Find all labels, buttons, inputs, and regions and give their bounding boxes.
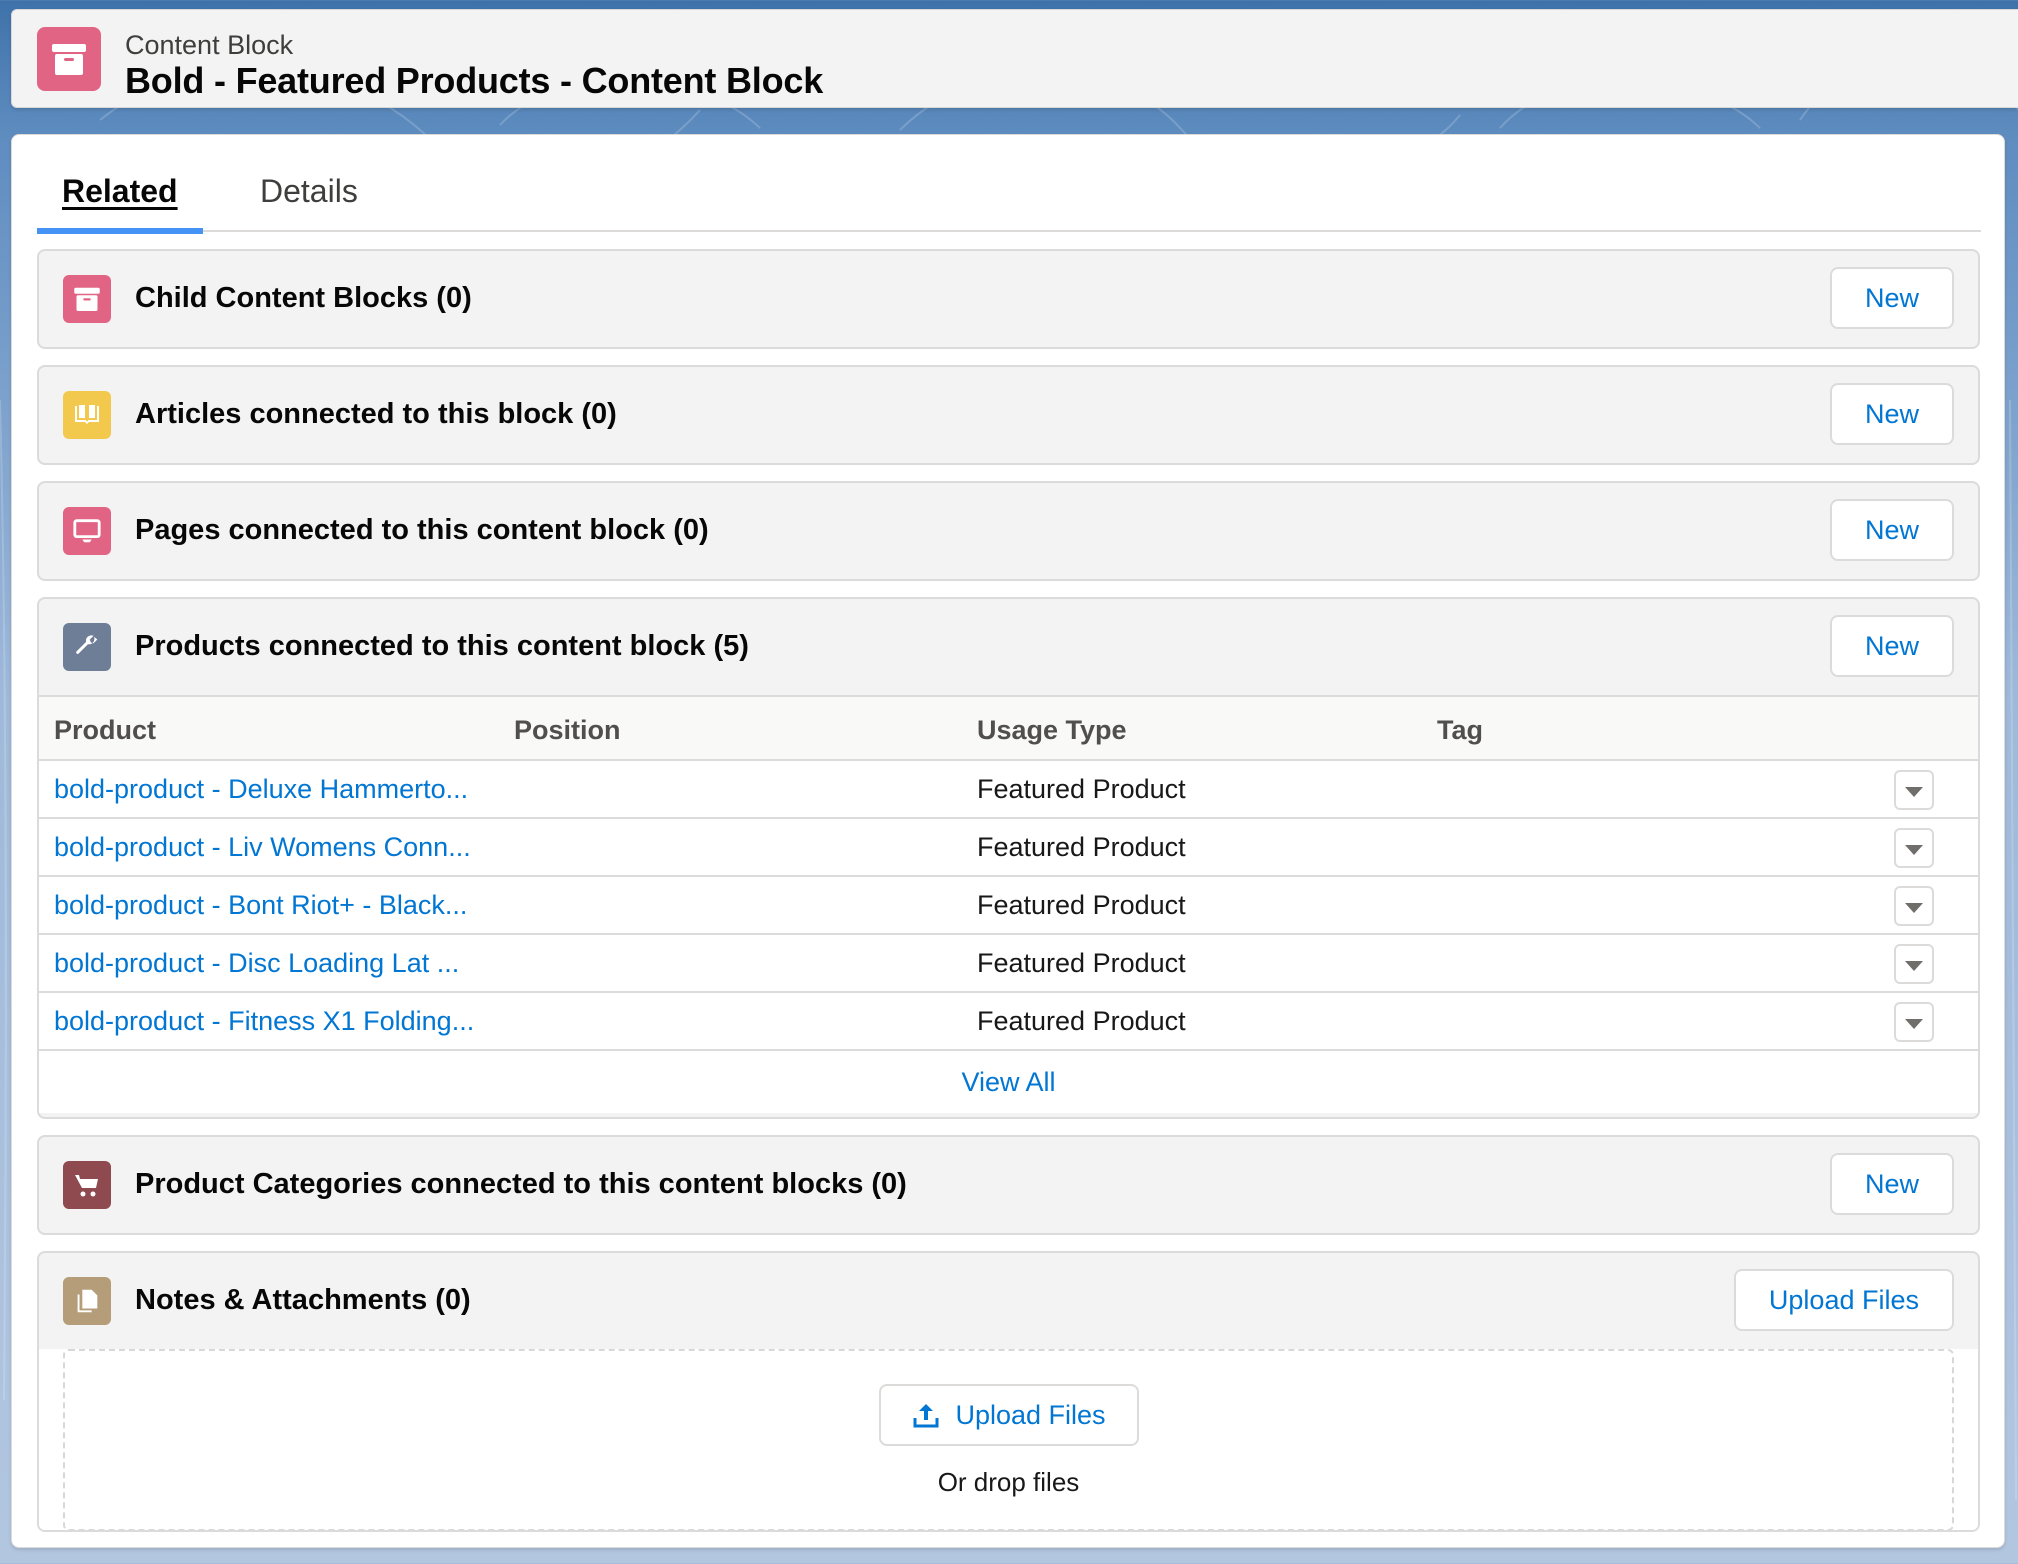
column-header-position[interactable]: Position bbox=[514, 715, 621, 746]
view-all-link[interactable]: View All bbox=[39, 1051, 1978, 1113]
chevron-down-icon bbox=[1905, 902, 1923, 913]
related-list-products: Products connected to this content block… bbox=[37, 597, 1980, 1119]
usage-type-cell: Featured Product bbox=[977, 1006, 1186, 1036]
section-title[interactable]: Product Categories connected to this con… bbox=[135, 1168, 907, 1201]
wrench-icon bbox=[63, 623, 111, 671]
related-list-notes-attachments: Notes & Attachments (0) Upload Files Upl… bbox=[37, 1251, 1980, 1532]
row-actions-button[interactable] bbox=[1894, 1002, 1934, 1042]
column-header-tag[interactable]: Tag bbox=[1437, 715, 1483, 746]
file-dropzone[interactable]: Upload Files Or drop files bbox=[63, 1349, 1954, 1530]
file-drop-area: Upload Files Or drop files bbox=[39, 1349, 1978, 1530]
usage-type-cell: Featured Product bbox=[977, 832, 1186, 862]
chevron-down-icon bbox=[1905, 960, 1923, 971]
product-link[interactable]: bold-product - Bont Riot+ - Black... bbox=[54, 890, 467, 921]
product-link[interactable]: bold-product - Liv Womens Conn... bbox=[54, 832, 471, 863]
open-book-icon bbox=[63, 391, 111, 439]
table-row: bold-product - Liv Womens Conn... Featur… bbox=[39, 819, 1978, 877]
column-header-usage-type[interactable]: Usage Type bbox=[977, 715, 1127, 746]
section-title[interactable]: Notes & Attachments (0) bbox=[135, 1284, 471, 1317]
record-header: Content Block Bold - Featured Products -… bbox=[11, 9, 2018, 108]
chevron-down-icon bbox=[1905, 844, 1923, 855]
new-button[interactable]: New bbox=[1829, 615, 1954, 677]
row-actions-button[interactable] bbox=[1894, 886, 1934, 926]
section-title[interactable]: Pages connected to this content block (0… bbox=[135, 514, 709, 547]
archive-box-icon bbox=[37, 27, 101, 91]
tab-bar: Related Details bbox=[37, 135, 1981, 234]
upload-icon bbox=[913, 1404, 939, 1428]
usage-type-cell: Featured Product bbox=[977, 774, 1186, 804]
section-title[interactable]: Child Content Blocks (0) bbox=[135, 282, 472, 315]
object-type-label: Content Block bbox=[125, 30, 294, 60]
related-list-articles: Articles connected to this block (0) New bbox=[37, 365, 1980, 465]
product-link[interactable]: bold-product - Fitness X1 Folding... bbox=[54, 1006, 474, 1037]
table-row: bold-product - Bont Riot+ - Black... Fea… bbox=[39, 877, 1978, 935]
upload-files-button[interactable]: Upload Files bbox=[1733, 1269, 1954, 1331]
chevron-down-icon bbox=[1905, 786, 1923, 797]
monitor-icon bbox=[63, 507, 111, 555]
new-button[interactable]: New bbox=[1829, 267, 1954, 329]
section-title[interactable]: Products connected to this content block… bbox=[135, 630, 749, 663]
product-link[interactable]: bold-product - Disc Loading Lat ... bbox=[54, 948, 459, 979]
tab-details[interactable]: Details bbox=[235, 173, 383, 232]
upload-files-label: Upload Files bbox=[955, 1399, 1106, 1430]
tab-related[interactable]: Related bbox=[37, 173, 203, 234]
files-icon bbox=[63, 1277, 111, 1325]
cart-icon bbox=[63, 1161, 111, 1209]
usage-type-cell: Featured Product bbox=[977, 890, 1186, 920]
new-button[interactable]: New bbox=[1829, 1153, 1954, 1215]
related-list-child-content-blocks: Child Content Blocks (0) New bbox=[37, 249, 1980, 349]
upload-files-dropzone-button[interactable]: Upload Files bbox=[878, 1384, 1139, 1446]
related-list-pages: Pages connected to this content block (0… bbox=[37, 481, 1980, 581]
row-actions-button[interactable] bbox=[1894, 770, 1934, 810]
drop-files-text: Or drop files bbox=[937, 1467, 1080, 1497]
archive-box-icon bbox=[63, 275, 111, 323]
table-row: bold-product - Fitness X1 Folding... Fea… bbox=[39, 993, 1978, 1051]
related-card: Related Details Child Content Blocks (0)… bbox=[11, 134, 2005, 1548]
record-title: Bold - Featured Products - Content Block bbox=[125, 60, 824, 101]
section-title[interactable]: Articles connected to this block (0) bbox=[135, 398, 617, 431]
chevron-down-icon bbox=[1905, 1018, 1923, 1029]
new-button[interactable]: New bbox=[1829, 383, 1954, 445]
row-actions-button[interactable] bbox=[1894, 944, 1934, 984]
column-header-product[interactable]: Product bbox=[54, 715, 156, 746]
related-list-product-categories: Product Categories connected to this con… bbox=[37, 1135, 1980, 1235]
usage-type-cell: Featured Product bbox=[977, 948, 1186, 978]
table-row: bold-product - Deluxe Hammerto... Featur… bbox=[39, 761, 1978, 819]
product-link[interactable]: bold-product - Deluxe Hammerto... bbox=[54, 774, 468, 805]
table-header: Product Position Usage Type Tag bbox=[39, 697, 1978, 761]
row-actions-button[interactable] bbox=[1894, 828, 1934, 868]
new-button[interactable]: New bbox=[1829, 499, 1954, 561]
table-row: bold-product - Disc Loading Lat ... Feat… bbox=[39, 935, 1978, 993]
products-table: Product Position Usage Type Tag bold-pro… bbox=[39, 695, 1978, 1113]
